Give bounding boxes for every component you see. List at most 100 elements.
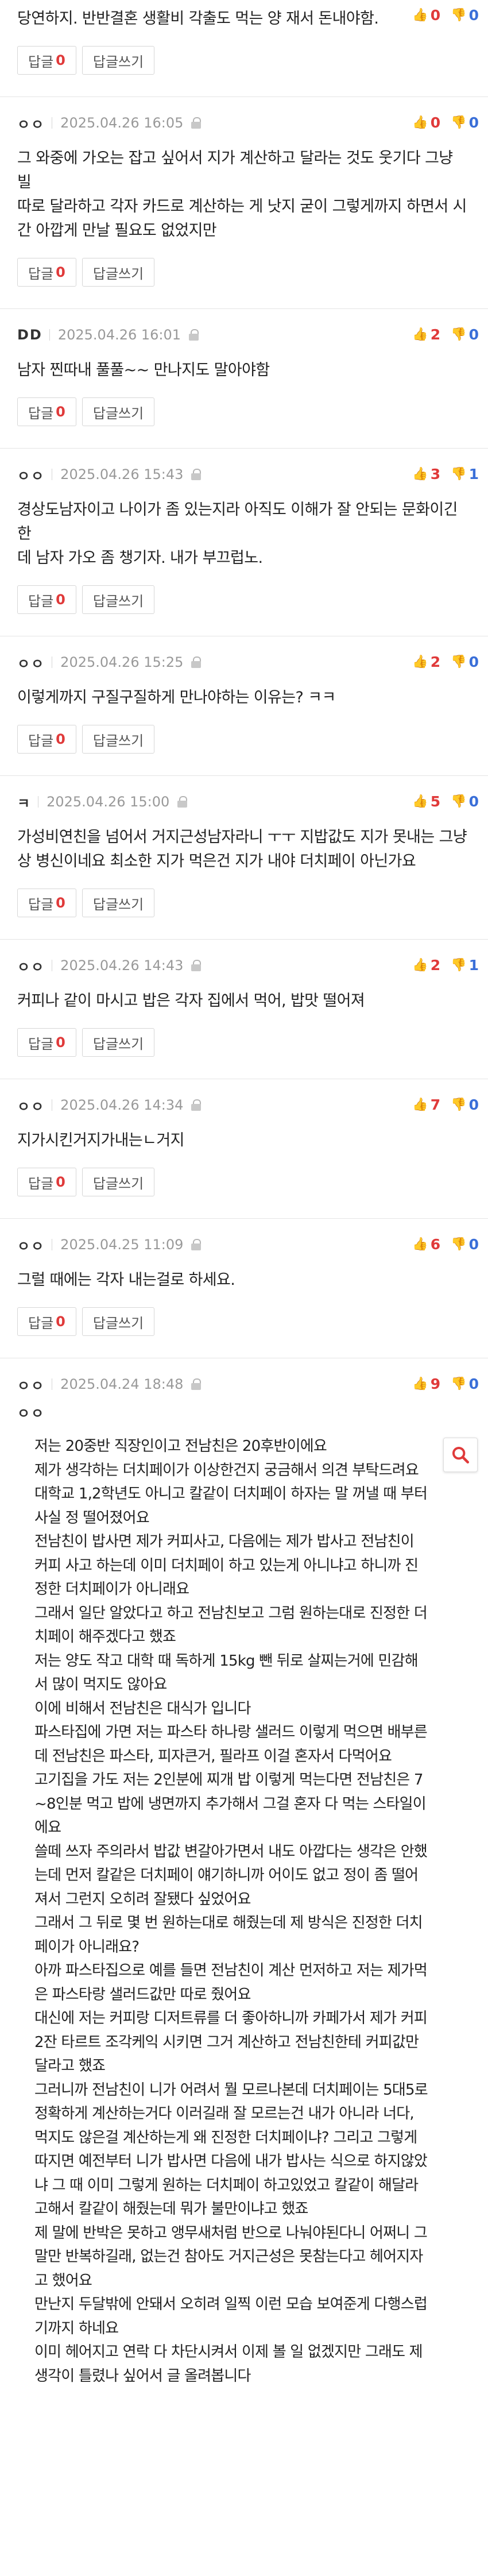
thumbs-down-icon: 👎 [451,8,467,22]
comment-actions: 답글 0 답글쓰기 [17,1307,471,1336]
downvote-button[interactable]: 👎 0 [451,1376,479,1392]
upvote-button[interactable]: 👍 5 [412,793,440,810]
comment-date: 2025.04.26 15:43 [60,466,184,482]
comment-date: 2025.04.26 16:01 [57,327,181,343]
upvote-button[interactable]: 👍 0 [412,7,440,24]
comment-item: DD 2025.04.26 16:01 👍 2 👎 0 남자 찐따내 풀풀~~ 만나지도 말… [0,309,488,449]
upvote-button[interactable]: 👍 6 [412,1236,440,1253]
comment-actions: 답글 0 답글쓰기 [17,585,471,614]
upvote-button[interactable]: 👍 2 [412,654,440,670]
comment-item: ㅋ 2025.04.26 15:00 👍 5 👎 0 가성비연친을 넘어서 거지근성남자라니… [0,776,488,940]
upvote-count: 7 [430,1096,441,1113]
reply-count: 0 [56,1034,65,1051]
upvote-count: 2 [430,326,441,343]
vote-box: 👍 3 👎 1 [402,466,479,482]
comment-nick: ㅇㅇ [17,959,45,975]
comment-actions: 답글 0 답글쓰기 [17,397,471,426]
write-reply-button[interactable]: 답글쓰기 [82,397,155,426]
thumbs-down-icon: 👎 [451,958,467,972]
write-reply-button[interactable]: 답글쓰기 [82,585,155,614]
reply-count: 0 [56,404,65,420]
downvote-button[interactable]: 👎 0 [451,793,479,810]
downvote-button[interactable]: 👎 0 [451,114,479,131]
downvote-button[interactable]: 👎 1 [451,957,479,974]
downvote-button[interactable]: 👎 1 [451,466,479,482]
comment-item: ㅇㅇ 2025.04.26 16:05 👍 0 👎 0 그 와중에 가오는 잡고 싶어서 지… [0,97,488,309]
upvote-button[interactable]: 👍 9 [412,1376,440,1392]
comment-text: 경상도남자이고 나이가 좀 있는지라 아직도 이해가 잘 안되는 문화이긴한 데… [17,501,458,567]
ip-lock-icon [190,656,203,669]
write-reply-button[interactable]: 답글쓰기 [82,889,155,917]
downvote-button[interactable]: 👎 0 [451,1096,479,1113]
thumbs-down-icon: 👎 [451,655,467,669]
reply-count-button[interactable]: 답글 0 [17,1168,76,1196]
reply-count-button[interactable]: 답글 0 [17,1028,76,1057]
comment-subtitle: ㅇㅇ [17,1405,45,1422]
downvote-count: 0 [468,7,479,24]
upvote-count: 0 [430,114,441,131]
thumbs-up-icon: 👍 [412,327,428,342]
reply-count: 0 [56,52,65,68]
write-reply-button[interactable]: 답글쓰기 [82,725,155,754]
reply-label: 답글 [28,265,54,282]
comment-text: 남자 찐따내 풀풀~~ 만나지도 말아야함 [17,361,270,379]
thumbs-down-icon: 👎 [451,1237,467,1252]
comment-nick: ㅋ [17,795,32,812]
thumbs-up-icon: 👍 [412,115,428,130]
comment-actions: 답글 0 답글쓰기 [17,889,471,917]
reply-label: 답글 [28,732,54,749]
upvote-button[interactable]: 👍 3 [412,466,440,482]
meta-divider [49,329,50,341]
comment-nick: ㅇㅇ [17,1377,45,1394]
comment-date: 2025.04.24 18:48 [60,1376,184,1392]
downvote-count: 0 [468,1236,479,1253]
thumbs-down-icon: 👎 [451,327,467,342]
comment-date: 2025.04.26 15:25 [60,654,184,670]
upvote-count: 0 [430,7,441,24]
upvote-button[interactable]: 👍 0 [412,114,440,131]
comment-actions: 답글 0 답글쓰기 [17,46,471,75]
reply-count: 0 [56,1314,65,1330]
downvote-button[interactable]: 👎 0 [451,654,479,670]
downvote-button[interactable]: 👎 0 [451,7,479,24]
search-button[interactable] [443,1438,478,1472]
reply-count-button[interactable]: 답글 0 [17,889,76,917]
thumbs-down-icon: 👎 [451,1098,467,1112]
reply-count: 0 [56,895,65,911]
comment-page: 👍 0 👎 0 당연하지. 반반결혼 생활비 각출도 먹는 양 재서 돈내야함. 답글 0 답… [0,0,488,2576]
reply-count-button[interactable]: 답글 0 [17,585,76,614]
reply-count-button[interactable]: 답글 0 [17,397,76,426]
comment-item: ㅇㅇ 2025.04.26 14:34 👍 7 👎 0 지가시킨거지가내는ㄴ거지 답글 0 답글쓰… [0,1079,488,1219]
comment-item: ㅇㅇ 2025.04.26 15:25 👍 2 👎 0 이렇게까지 구질구질하게 만나야하는… [0,636,488,776]
downvote-button[interactable]: 👎 0 [451,326,479,343]
comment-item: ㅇㅇ 2025.04.26 14:43 👍 2 👎 1 커피나 같이 마시고 밥은 각자 집… [0,940,488,1079]
upvote-count: 5 [430,793,441,810]
upvote-count: 2 [430,957,441,974]
vote-box: 👍 2 👎 1 [402,957,479,974]
comment-list: 👍 0 👎 0 당연하지. 반반결혼 생활비 각출도 먹는 양 재서 돈내야함. 답글 0 답… [0,7,488,1358]
upvote-count: 6 [430,1236,441,1253]
upvote-button[interactable]: 👍 2 [412,326,440,343]
comment-actions: 답글 0 답글쓰기 [17,1168,471,1196]
comment-nick: DD [17,327,42,343]
reply-count-button[interactable]: 답글 0 [17,725,76,754]
downvote-count: 0 [468,114,479,131]
write-reply-button[interactable]: 답글쓰기 [82,1028,155,1057]
write-reply-button[interactable]: 답글쓰기 [82,1168,155,1196]
downvote-count: 0 [468,793,479,810]
reply-label: 답글 [28,1036,54,1052]
reply-label: 답글 [28,53,54,70]
reply-count-button[interactable]: 답글 0 [17,1307,76,1336]
upvote-button[interactable]: 👍 7 [412,1096,440,1113]
write-reply-button[interactable]: 답글쓰기 [82,46,155,75]
write-reply-button[interactable]: 답글쓰기 [82,258,155,287]
write-reply-button[interactable]: 답글쓰기 [82,1307,155,1336]
reply-count-button[interactable]: 답글 0 [17,258,76,287]
upvote-button[interactable]: 👍 2 [412,957,440,974]
thumbs-up-icon: 👍 [412,1237,428,1252]
comment-item: ㅇㅇ 2025.04.25 11:09 👍 6 👎 0 그럴 때에는 각자 내는걸로 하세요… [0,1219,488,1358]
downvote-button[interactable]: 👎 0 [451,1236,479,1253]
downvote-count: 0 [468,1096,479,1113]
thumbs-up-icon: 👍 [412,467,428,481]
reply-count-button[interactable]: 답글 0 [17,46,76,75]
